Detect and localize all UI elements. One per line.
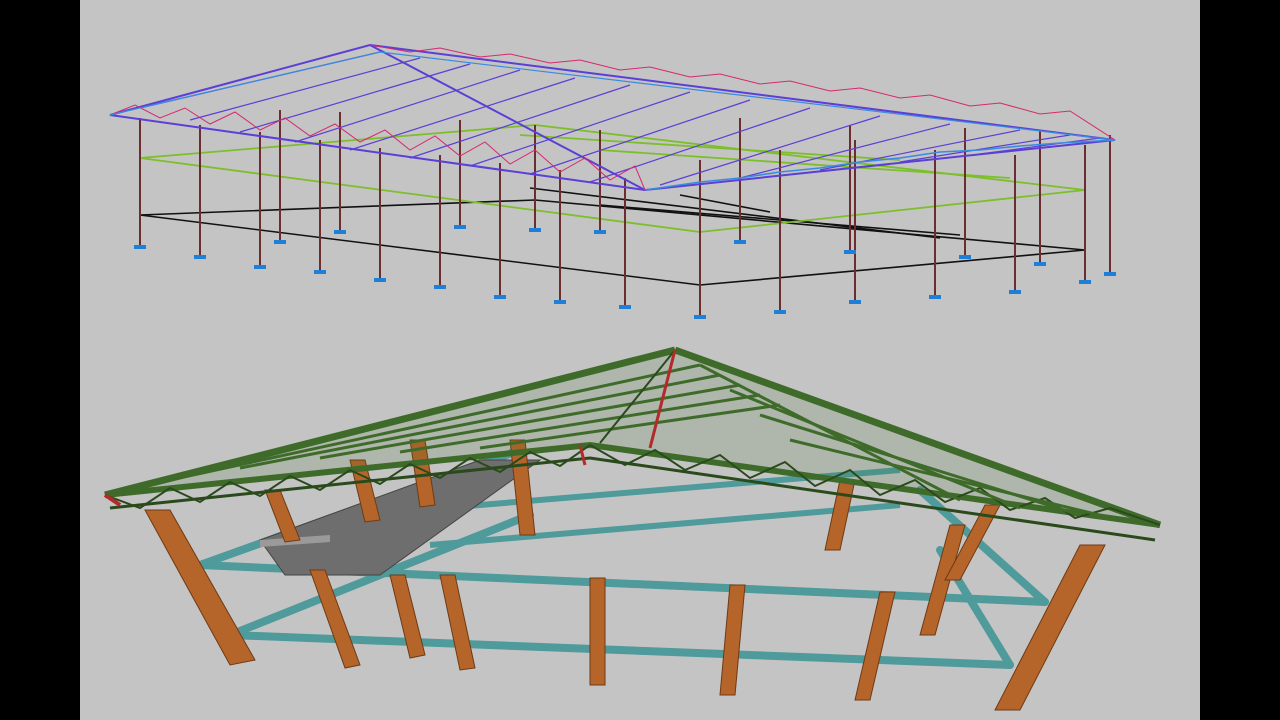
roof-trusses-render bbox=[103, 346, 1162, 542]
wireframe-view[interactable] bbox=[80, 0, 1200, 330]
ground-beams bbox=[139, 187, 1086, 286]
rendered-view[interactable] bbox=[80, 330, 1200, 720]
wireframe-model-drawing bbox=[109, 43, 1116, 319]
rendered-model-drawing bbox=[103, 346, 1162, 711]
model-viewport[interactable] bbox=[80, 0, 1200, 720]
letterbox-left bbox=[0, 0, 80, 720]
letterbox-right bbox=[1200, 0, 1280, 720]
